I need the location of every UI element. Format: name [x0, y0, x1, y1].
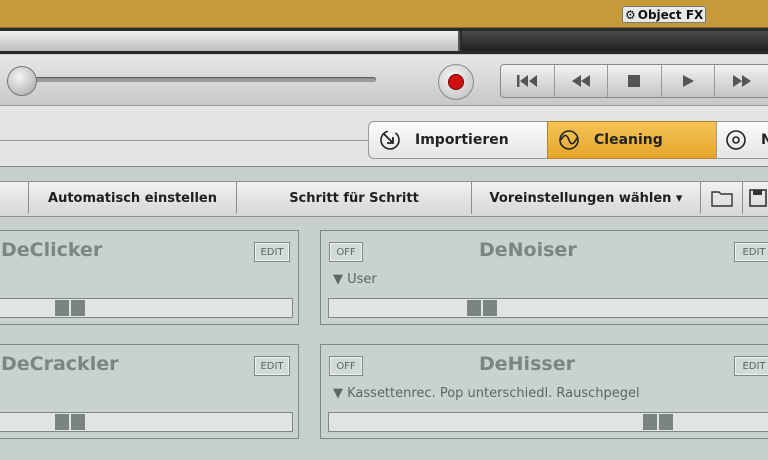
target-icon	[726, 130, 746, 150]
step-by-step-button[interactable]: Schritt für Schritt	[237, 182, 472, 214]
folder-icon	[710, 191, 733, 207]
decrackler-title: DeCrackler	[1, 353, 119, 375]
declicker-slider-thumb[interactable]	[55, 300, 85, 316]
decrackler-edit-button[interactable]: EDIT	[254, 356, 290, 376]
dehisser-off-button[interactable]: OFF	[329, 356, 363, 376]
tab-importieren[interactable]: Importieren	[368, 121, 548, 159]
save-button[interactable]	[743, 182, 768, 214]
rewind-icon	[571, 75, 590, 87]
tab-label: Importieren	[415, 132, 509, 148]
play-icon	[683, 75, 695, 87]
position-scrollbar-thumb[interactable]	[0, 31, 460, 51]
import-arrow-icon	[380, 130, 400, 150]
denoiser-title: DeNoiser	[479, 239, 577, 261]
stop-icon	[628, 75, 641, 87]
declicker-slider[interactable]	[0, 298, 293, 318]
dehisser-slider-thumb[interactable]	[643, 414, 673, 430]
volume-slider-knob[interactable]	[7, 66, 37, 96]
transport-controls	[500, 64, 768, 98]
tab-label: Cleaning	[594, 132, 663, 148]
stop-button[interactable]	[608, 65, 662, 97]
skip-start-icon	[517, 75, 538, 87]
fast-forward-button[interactable]	[715, 65, 768, 97]
denoiser-preset[interactable]: ▼ User	[333, 272, 377, 287]
cleaning-wave-icon	[559, 130, 579, 150]
tab-label: N	[761, 132, 768, 148]
dehisser-slider[interactable]	[328, 412, 768, 432]
denoiser-panel: OFF DeNoiser EDIT ▼ User	[320, 230, 768, 325]
fast-forward-icon	[732, 75, 751, 87]
tab-cleaning[interactable]: Cleaning	[547, 121, 717, 159]
object-fx-button[interactable]: ⚙ Object FX	[622, 6, 706, 23]
volume-slider-track[interactable]	[8, 77, 376, 82]
decrackler-slider-thumb[interactable]	[55, 414, 85, 430]
dehisser-edit-button[interactable]: EDIT	[734, 356, 768, 376]
denoiser-edit-button[interactable]: EDIT	[734, 242, 768, 262]
position-scrollbar-track[interactable]	[462, 31, 768, 51]
denoiser-slider-thumb[interactable]	[467, 300, 497, 316]
dehisser-preset[interactable]: ▼ Kassettenrec. Pop unterschiedl. Rausch…	[333, 386, 640, 401]
denoiser-slider[interactable]	[328, 298, 768, 318]
open-folder-button[interactable]	[701, 182, 743, 214]
play-button[interactable]	[661, 65, 716, 97]
denoiser-off-button[interactable]: OFF	[329, 242, 363, 262]
record-button[interactable]	[438, 64, 474, 100]
decrackler-slider[interactable]	[0, 412, 293, 432]
save-icon	[749, 189, 767, 207]
decrackler-panel: DeCrackler EDIT	[0, 344, 299, 439]
declicker-panel: DeClicker EDIT	[0, 230, 299, 325]
skip-start-button[interactable]	[501, 65, 555, 97]
dehisser-panel: OFF DeHisser EDIT ▼ Kassettenrec. Pop un…	[320, 344, 768, 439]
tab-next[interactable]: N	[716, 121, 768, 159]
object-fx-label: Object FX	[637, 7, 704, 22]
dehisser-title: DeHisser	[479, 353, 575, 375]
rewind-button[interactable]	[554, 65, 609, 97]
toolbar-left-button[interactable]	[0, 182, 29, 214]
record-icon	[448, 74, 464, 90]
auto-adjust-button[interactable]: Automatisch einstellen	[29, 182, 237, 214]
gear-icon: ⚙	[625, 7, 636, 22]
preset-dropdown[interactable]: Voreinstellungen wählen ▾	[472, 182, 701, 214]
tab-divider	[0, 140, 370, 141]
declicker-title: DeClicker	[1, 239, 103, 261]
declicker-edit-button[interactable]: EDIT	[254, 242, 290, 262]
